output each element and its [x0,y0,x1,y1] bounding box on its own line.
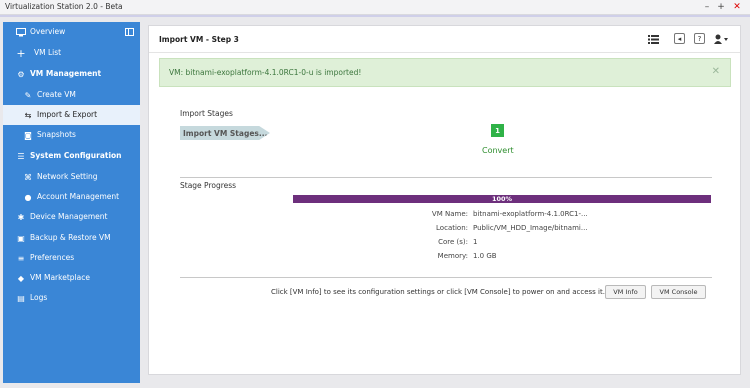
logs-icon: ▤ [17,293,25,303]
vm-info-button[interactable]: VM Info [605,285,646,299]
sidebar-item-import-export[interactable]: ⇆ Import & Export [3,105,140,125]
wrench-icon: ✎ [24,90,32,100]
divider [180,177,712,178]
memory-value: 1.0 GB [473,252,497,260]
stage-name: Convert [482,146,514,155]
stage-arrow-label: Import VM Stages... [183,129,268,138]
backup-icon: ▣ [17,233,25,243]
sidebar-item-label: Logs [30,293,48,302]
divider [180,277,712,278]
sidebar-item-label: VM Marketplace [30,273,90,282]
import-stages-label: Import Stages [180,109,233,118]
sidebar-item-backup-restore[interactable]: ▣ Backup & Restore VM [3,228,140,248]
sidebar-item-device-management[interactable]: ✱ Device Management [3,207,140,227]
vm-name-value: bitnami-exoplatform-4.1.0RC1-... [473,210,588,218]
sidebar-item-account-management[interactable]: ● Account Management [3,187,140,207]
location-value: Public/VM_HDD_Image/bitnami... [473,224,588,232]
cores-key: Core (s): [438,238,468,246]
sidebar-item-label: Backup & Restore VM [30,233,111,242]
cores-value: 1 [473,238,478,246]
monitor-icon [16,27,26,37]
sidebar-item-preferences[interactable]: ≡ Preferences [3,248,140,268]
stage-progress-label: Stage Progress [180,181,237,190]
maximize-button[interactable]: + [714,0,728,14]
sidebar-item-vm-list[interactable]: + VM List [3,43,140,63]
plus-icon: + [16,46,26,60]
memory-key: Memory: [437,252,468,260]
device-icon: ✱ [17,212,25,222]
alert-message: VM: bitnami-exoplatform-4.1.0RC1-0-u is … [169,68,362,77]
help-icon[interactable]: ? [694,33,705,44]
window-title: Virtualization Station 2.0 - Beta [5,2,123,11]
sidebar-item-vm-marketplace[interactable]: ◆ VM Marketplace [3,268,140,288]
sidebar-item-label: Preferences [30,253,75,262]
page-title: Import VM - Step 3 [159,35,239,44]
gears-icon: ⚙ [17,69,25,79]
sidebar-item-system-configuration[interactable]: ☰ System Configuration [3,146,140,166]
progress-value: 100% [491,195,513,203]
marketplace-icon: ◆ [17,273,25,283]
header-stripe [0,15,750,17]
sidebar-item-label: Overview [30,27,66,36]
sidebar-item-logs[interactable]: ▤ Logs [3,288,140,308]
sidebar-item-create-vm[interactable]: ✎ Create VM [3,85,140,105]
sidebar-item-label: System Configuration [30,151,122,160]
stage-number-badge: 1 [491,124,504,137]
sidebar-item-label: Network Setting [37,172,98,181]
location-key: Location: [436,224,468,232]
preferences-icon: ≡ [17,253,25,263]
sidebar-item-network-setting[interactable]: ⌘ Network Setting [3,167,140,187]
sidebar: Overview + VM List ⚙ VM Management ✎ Cre… [3,22,140,383]
vm-name-key: VM Name: [431,210,468,218]
vm-console-button[interactable]: VM Console [651,285,706,299]
sidebar-item-vm-management[interactable]: ⚙ VM Management [3,64,140,84]
speaker-icon[interactable]: ◂ [674,33,685,44]
sidebar-item-label: Device Management [30,212,108,221]
minimize-button[interactable]: – [700,0,714,14]
collapse-sidebar-icon[interactable] [125,28,134,36]
sidebar-item-label: Import & Export [37,110,98,119]
user-menu-icon[interactable] [714,32,728,46]
camera-icon: ◙ [24,130,32,140]
sidebar-item-label: VM List [34,48,62,57]
sidebar-item-snapshots[interactable]: ◙ Snapshots [3,125,140,145]
alert-close-icon[interactable]: ✕ [712,66,720,77]
account-icon: ● [24,192,32,202]
sidebar-item-label: Account Management [37,192,120,201]
sidebar-item-overview[interactable]: Overview [3,22,140,42]
title-bar: Virtualization Station 2.0 - Beta – + ✕ [0,0,750,15]
panel-header: Import VM - Step 3 ◂ ? [149,26,740,53]
progress-bar: 100% [293,195,711,203]
main-panel: Import VM - Step 3 ◂ ? VM: bitnami-exopl… [148,25,741,375]
import-export-icon: ⇆ [24,110,32,120]
network-icon: ⌘ [24,172,32,182]
sidebar-item-label: VM Management [30,69,102,78]
config-icon: ☰ [17,151,25,161]
close-button[interactable]: ✕ [728,0,746,14]
instructions-text: Click [VM Info] to see its configuration… [271,288,605,296]
sidebar-item-label: Create VM [37,90,76,99]
success-alert: VM: bitnami-exoplatform-4.1.0RC1-0-u is … [159,58,731,87]
import-stages-arrow: Import VM Stages... [180,126,270,140]
list-view-icon[interactable] [648,32,659,46]
sidebar-item-label: Snapshots [37,130,76,139]
